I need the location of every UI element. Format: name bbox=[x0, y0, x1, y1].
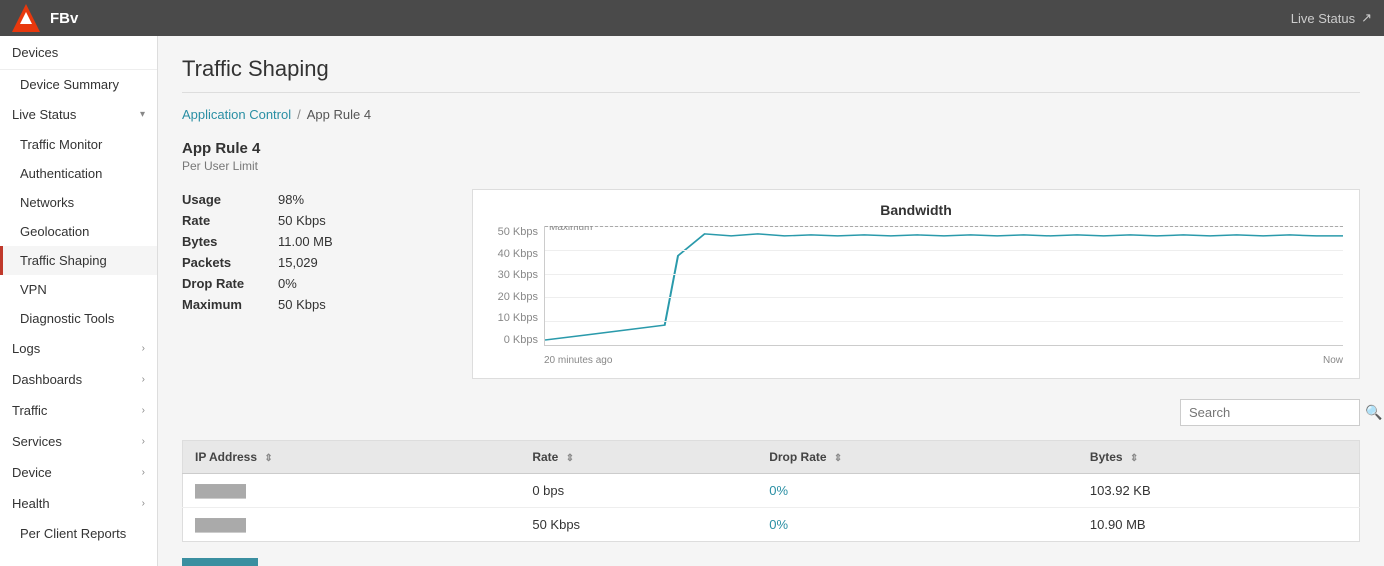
live-status-button[interactable]: Live Status ↗ bbox=[1291, 10, 1372, 26]
breadcrumb-separator: / bbox=[297, 107, 301, 122]
chart-title: Bandwidth bbox=[489, 202, 1343, 218]
chevron-right-icon: › bbox=[142, 436, 145, 447]
x-label-left: 20 minutes ago bbox=[544, 355, 612, 366]
sort-icon-ip: ⇕ bbox=[264, 453, 272, 464]
stat-row-packets: Packets 15,029 bbox=[182, 252, 442, 273]
sidebar-item-diagnostic-tools[interactable]: Diagnostic Tools bbox=[0, 304, 157, 333]
sidebar-item-device[interactable]: Device › bbox=[0, 457, 157, 488]
grid-line-20 bbox=[545, 297, 1343, 298]
sidebar: Devices Device Summary Live Status ▾ Tra… bbox=[0, 36, 158, 566]
cell-bytes: 103.92 KB bbox=[1078, 474, 1360, 508]
col-bytes[interactable]: Bytes ⇕ bbox=[1078, 441, 1360, 474]
topbar: FBv Live Status ↗ bbox=[0, 0, 1384, 36]
chevron-right-icon: › bbox=[142, 467, 145, 478]
sidebar-item-health[interactable]: Health › bbox=[0, 488, 157, 519]
sidebar-item-device-summary[interactable]: Device Summary bbox=[0, 70, 157, 99]
chevron-right-icon: › bbox=[142, 405, 145, 416]
search-input[interactable] bbox=[1189, 405, 1365, 420]
sidebar-item-traffic[interactable]: Traffic › bbox=[0, 395, 157, 426]
x-label-right: Now bbox=[1323, 355, 1343, 366]
search-bar: 🔍 bbox=[1180, 399, 1360, 426]
col-drop-rate[interactable]: Drop Rate ⇕ bbox=[757, 441, 1078, 474]
cell-rate: 50 Kbps bbox=[520, 508, 757, 542]
chevron-right-icon: › bbox=[142, 498, 145, 509]
chart-plot-area: Maximum bbox=[544, 226, 1343, 346]
cell-ip: ██████ bbox=[183, 474, 521, 508]
sort-icon-rate: ⇕ bbox=[566, 453, 574, 464]
topbar-left: FBv bbox=[12, 4, 78, 32]
search-row: 🔍 bbox=[182, 399, 1360, 434]
sidebar-item-geolocation[interactable]: Geolocation bbox=[0, 217, 157, 246]
sidebar-item-networks[interactable]: Networks bbox=[0, 188, 157, 217]
sidebar-item-services[interactable]: Services › bbox=[0, 426, 157, 457]
sidebar-item-live-status[interactable]: Live Status ▾ bbox=[0, 99, 157, 130]
sidebar-item-traffic-monitor[interactable]: Traffic Monitor bbox=[0, 130, 157, 159]
sidebar-item-logs[interactable]: Logs › bbox=[0, 333, 157, 364]
chevron-right-icon: › bbox=[142, 374, 145, 385]
cell-rate: 0 bps bbox=[520, 474, 757, 508]
stats-table: Usage 98% Rate 50 Kbps Bytes 11.00 MB Pa… bbox=[182, 189, 442, 379]
table-row: ██████ 0 bps 0% 103.92 KB bbox=[183, 474, 1360, 508]
chevron-right-icon: › bbox=[142, 343, 145, 354]
grid-line-10 bbox=[545, 321, 1343, 322]
chart-y-labels: 50 Kbps 40 Kbps 30 Kbps 20 Kbps 10 Kbps … bbox=[489, 226, 544, 346]
sidebar-item-devices[interactable]: Devices bbox=[0, 36, 157, 70]
cell-ip: ██████ bbox=[183, 508, 521, 542]
sidebar-item-per-client-reports[interactable]: Per Client Reports bbox=[0, 519, 157, 548]
cell-drop-rate: 0% bbox=[757, 474, 1078, 508]
rule-title: App Rule 4 bbox=[182, 140, 1360, 157]
back-button[interactable]: BACK bbox=[182, 558, 258, 566]
data-table: IP Address ⇕ Rate ⇕ Drop Rate ⇕ Bytes ⇕ … bbox=[182, 440, 1360, 542]
cell-bytes: 10.90 MB bbox=[1078, 508, 1360, 542]
chevron-down-icon: ▾ bbox=[140, 109, 145, 120]
main-content: Traffic Shaping Application Control / Ap… bbox=[158, 36, 1384, 566]
breadcrumb-current: App Rule 4 bbox=[307, 107, 371, 122]
live-status-label: Live Status bbox=[12, 107, 76, 122]
max-dashed-line bbox=[545, 226, 1343, 227]
device-name: FBv bbox=[50, 10, 78, 27]
stat-row-bytes: Bytes 11.00 MB bbox=[182, 231, 442, 252]
sidebar-item-vpn[interactable]: VPN bbox=[0, 275, 157, 304]
live-status-label: Live Status bbox=[1291, 11, 1355, 26]
chart-inner: 50 Kbps 40 Kbps 30 Kbps 20 Kbps 10 Kbps … bbox=[489, 226, 1343, 366]
breadcrumb-parent[interactable]: Application Control bbox=[182, 107, 291, 122]
external-link-icon: ↗ bbox=[1361, 10, 1372, 26]
stat-row-usage: Usage 98% bbox=[182, 189, 442, 210]
sort-icon-bytes: ⇕ bbox=[1130, 453, 1138, 464]
stat-row-rate: Rate 50 Kbps bbox=[182, 210, 442, 231]
max-label: Maximum bbox=[549, 226, 592, 233]
search-icon[interactable]: 🔍 bbox=[1365, 404, 1382, 421]
rule-subtitle: Per User Limit bbox=[182, 159, 1360, 173]
grid-line-40 bbox=[545, 250, 1343, 251]
sidebar-item-authentication[interactable]: Authentication bbox=[0, 159, 157, 188]
stat-row-drop-rate: Drop Rate 0% bbox=[182, 273, 442, 294]
col-rate[interactable]: Rate ⇕ bbox=[520, 441, 757, 474]
chart-svg bbox=[545, 226, 1343, 345]
col-ip-address[interactable]: IP Address ⇕ bbox=[183, 441, 521, 474]
grid-line-30 bbox=[545, 274, 1343, 275]
breadcrumb: Application Control / App Rule 4 bbox=[182, 107, 1360, 122]
app-logo bbox=[12, 4, 40, 32]
chart-x-labels: 20 minutes ago Now bbox=[544, 355, 1343, 366]
table-row: ██████ 50 Kbps 0% 10.90 MB bbox=[183, 508, 1360, 542]
table-header-row: IP Address ⇕ Rate ⇕ Drop Rate ⇕ Bytes ⇕ bbox=[183, 441, 1360, 474]
page-title: Traffic Shaping bbox=[182, 56, 1360, 93]
sidebar-item-traffic-shaping[interactable]: Traffic Shaping bbox=[0, 246, 157, 275]
sort-icon-drop-rate: ⇕ bbox=[834, 453, 842, 464]
cell-drop-rate: 0% bbox=[757, 508, 1078, 542]
stat-row-maximum: Maximum 50 Kbps bbox=[182, 294, 442, 315]
bandwidth-chart: Bandwidth 50 Kbps 40 Kbps 30 Kbps 20 Kbp… bbox=[472, 189, 1360, 379]
sidebar-item-dashboards[interactable]: Dashboards › bbox=[0, 364, 157, 395]
